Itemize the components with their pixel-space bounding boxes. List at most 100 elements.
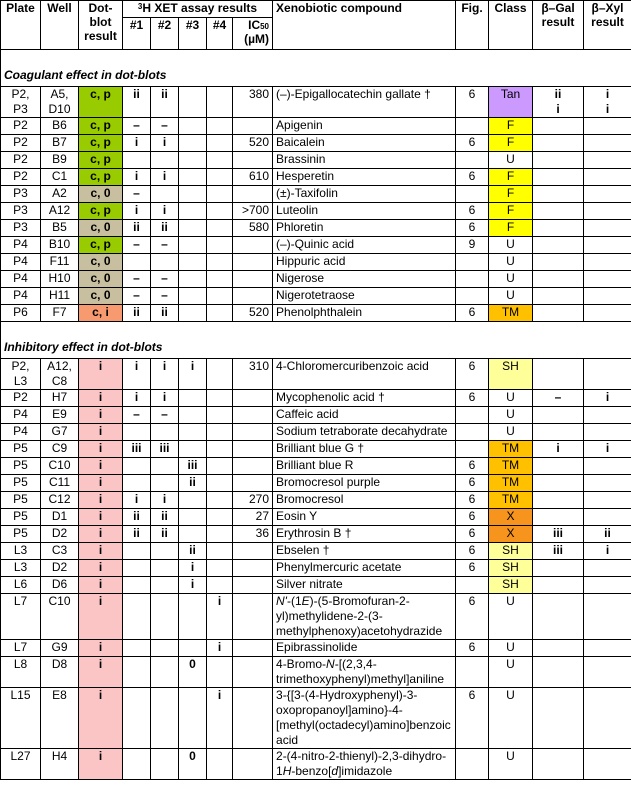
table-row: P2, L3 A12, C8 i i i i 310 4-Chloromercuribenzoic…	[0, 358, 631, 390]
assay-2-cell	[150, 185, 179, 203]
bgal-cell	[532, 423, 585, 441]
assay-1-cell: ii	[122, 508, 151, 526]
bxyl-cell	[583, 202, 631, 220]
plate-cell: P5	[0, 525, 41, 543]
assay-1-cell	[122, 656, 151, 688]
table-row: P5 C11 i ii Bromocresol purple 6 TM	[0, 474, 631, 492]
bxyl-cell	[583, 117, 631, 135]
ic50-cell	[231, 151, 274, 169]
well-cell: C1	[40, 168, 79, 186]
bxyl-cell	[583, 457, 631, 475]
fig-cell: 6	[455, 358, 490, 390]
well-cell: H4	[40, 748, 79, 780]
assay-4-cell	[206, 151, 233, 169]
assay-1-cell	[122, 151, 151, 169]
table-row: P3 B5 c, 0 ii ii 580 Phloretin 6 F	[0, 219, 631, 237]
bxyl-cell	[583, 151, 631, 169]
bgal-cell: iii	[532, 542, 585, 560]
dot-blot-cell: i	[78, 358, 123, 390]
compound-cell: (±)-Taxifolin	[272, 185, 457, 203]
table-row: P4 G7 i Sodium tetraborate decahydrate U	[0, 423, 631, 441]
compound-cell: 4-Bromo-N-[(2,3,4-trimethoxyphenyl)methy…	[272, 656, 457, 688]
table-row: L15 E8 i i 3-{[3-(4-Hydroxyphenyl)-3-oxoprop…	[0, 687, 631, 749]
bxyl-cell	[583, 508, 631, 526]
well-cell: H11	[40, 287, 79, 305]
ic50-label: IC	[248, 18, 261, 33]
compound-cell: Eosin Y	[272, 508, 457, 526]
dot-blot-cell: c, 0	[78, 185, 123, 203]
compound-cell: Hesperetin	[272, 168, 457, 186]
ic50-cell: >700	[231, 202, 274, 220]
bgal-cell: iii	[532, 525, 585, 543]
table-row: L3 C3 i ii Ebselen † 6 SH iii i	[0, 542, 631, 560]
assay-1-cell: i	[122, 389, 151, 407]
bxyl-cell	[583, 236, 631, 254]
plate-cell: P6	[0, 304, 41, 322]
assay-3-cell	[178, 389, 207, 407]
compound-cell: (–)-Epigallocatechin gallate †	[272, 86, 457, 118]
table-row: P4 H11 c, 0– – Nigerotetraose U	[0, 287, 631, 305]
ic50-cell	[231, 542, 274, 560]
section-header: Coagulant effect in dot-blots	[0, 49, 631, 87]
fig-cell: 6	[455, 86, 490, 118]
class-cell: U	[488, 687, 534, 749]
assay-3-cell	[178, 593, 207, 640]
plate-cell: P4	[0, 236, 41, 254]
col-header-assay-1: #1	[122, 17, 151, 50]
assay-1-cell	[122, 474, 151, 492]
class-cell: U	[488, 270, 534, 288]
ic50-cell	[231, 389, 274, 407]
compound-cell: Mycophenolic acid †	[272, 389, 457, 407]
bxyl-cell: i	[583, 542, 631, 560]
assay-1-cell	[122, 639, 151, 657]
assay-4-cell	[206, 358, 233, 390]
assay-4-cell	[206, 219, 233, 237]
fig-cell	[455, 748, 490, 780]
fig-cell: 6	[455, 219, 490, 237]
table-row: P4 B10 c, p – – (–)-Quinic acid 9 U	[0, 236, 631, 254]
class-cell: F	[488, 117, 534, 135]
assay-4-cell	[206, 185, 233, 203]
dot-blot-cell: c, p	[78, 151, 123, 169]
class-cell: X	[488, 525, 534, 543]
ic50-cell: 610	[231, 168, 274, 186]
compound-cell: Phloretin	[272, 219, 457, 237]
compound-cell: Sodium tetraborate decahydrate	[272, 423, 457, 441]
plate-cell: P2	[0, 134, 41, 152]
ic50-cell	[231, 287, 274, 305]
plate-cell: L8	[0, 656, 41, 688]
ic50-cell: 580	[231, 219, 274, 237]
dot-blot-cell: i	[78, 457, 123, 475]
bgal-cell	[532, 287, 585, 305]
assay-2-cell: i	[150, 168, 179, 186]
assay-3-cell	[178, 287, 207, 305]
table-row: P5 C12 i i i 270 Bromocresol 6 TM	[0, 491, 631, 509]
assay-2-cell	[150, 423, 179, 441]
compound-cell: Baicalein	[272, 134, 457, 152]
bxyl-cell	[583, 593, 631, 640]
well-cell: C10	[40, 593, 79, 640]
ic50-cell	[231, 423, 274, 441]
compound-cell: 3-{[3-(4-Hydroxyphenyl)-3-oxopropanoyl]a…	[272, 687, 457, 749]
assay-3-cell	[178, 525, 207, 543]
bgal-cell	[532, 474, 585, 492]
ic50-cell	[231, 253, 274, 271]
ic50-cell	[231, 474, 274, 492]
assay-3-cell	[178, 253, 207, 271]
assay-1-cell	[122, 576, 151, 594]
assay-2-cell: i	[150, 134, 179, 152]
ic50-cell	[231, 185, 274, 203]
assay-2-cell: i	[150, 358, 179, 390]
assay-3-cell	[178, 639, 207, 657]
col-header-bgal: β–Gal result	[532, 0, 585, 50]
compound-cell: Phenolphthalein	[272, 304, 457, 322]
plate-cell: L15	[0, 687, 41, 749]
assay-4-cell: i	[206, 639, 233, 657]
section-header: Inhibitory effect in dot-blots	[0, 321, 631, 359]
well-cell: F7	[40, 304, 79, 322]
bxyl-cell	[583, 219, 631, 237]
well-cell: D2	[40, 559, 79, 577]
assay-3-cell: 0	[178, 748, 207, 780]
assay-2-cell: ii	[150, 508, 179, 526]
class-cell: TM	[488, 440, 534, 458]
